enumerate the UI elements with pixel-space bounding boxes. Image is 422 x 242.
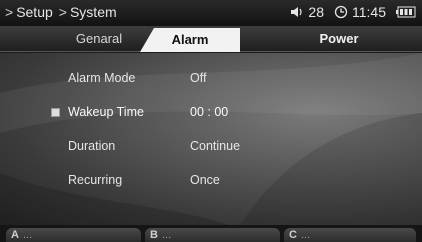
volume-level: 28 — [308, 4, 324, 20]
setting-label: Wakeup Time — [68, 105, 144, 119]
breadcrumb-separator: > — [5, 4, 14, 20]
breadcrumb: > Setup > System — [5, 4, 123, 20]
selection-marker-icon — [51, 108, 60, 117]
setting-label: Alarm Mode — [68, 71, 136, 85]
setting-label: Duration — [68, 139, 116, 153]
softkey-c[interactable]: C... — [284, 228, 416, 242]
tab-general[interactable]: Genaral — [54, 26, 144, 52]
softkey-dots: ... — [300, 229, 311, 241]
clock-time: 11:45 — [352, 4, 386, 20]
softkey-letter: C — [289, 229, 297, 241]
softkey-dots: ... — [161, 229, 172, 241]
setting-row-recurring[interactable]: Recurring Once — [0, 169, 422, 191]
softkey-letter: B — [150, 229, 158, 241]
setting-value: Continue — [190, 139, 241, 153]
softkey-a[interactable]: A... — [6, 228, 141, 242]
softkey-letter: A — [11, 229, 19, 241]
setting-row-alarm-mode[interactable]: Alarm Mode Off — [0, 67, 422, 89]
device-screen: > Setup > System 28 11:45 Genaral Alarm … — [0, 0, 422, 242]
title-bar: > Setup > System 28 11:45 — [0, 0, 422, 26]
breadcrumb-system: System — [69, 4, 117, 20]
speaker-icon — [290, 5, 304, 19]
setting-value: 00 : 00 — [190, 105, 229, 119]
softkey-b[interactable]: B... — [145, 228, 280, 242]
setting-label: Recurring — [68, 173, 123, 187]
breadcrumb-setup[interactable]: Setup — [16, 4, 53, 20]
tab-alarm[interactable]: Alarm — [140, 28, 240, 52]
settings-panel: Alarm Mode Off Wakeup Time 00 : 00 Durat… — [0, 53, 422, 225]
tab-power[interactable]: Power — [284, 26, 394, 52]
setting-row-wakeup-time[interactable]: Wakeup Time 00 : 00 — [0, 101, 422, 123]
tab-bar: Genaral Alarm Power — [0, 26, 422, 52]
battery-icon — [396, 6, 416, 18]
setting-row-duration[interactable]: Duration Continue — [0, 135, 422, 157]
clock-icon — [334, 5, 348, 19]
status-area: 28 11:45 — [290, 4, 416, 20]
breadcrumb-separator: > — [58, 4, 67, 20]
softkey-bar: A... B... C... — [0, 225, 422, 242]
softkey-dots: ... — [22, 229, 33, 241]
setting-value: Once — [190, 173, 220, 187]
setting-value: Off — [190, 71, 207, 85]
tab-alarm-label: Alarm — [171, 32, 209, 47]
